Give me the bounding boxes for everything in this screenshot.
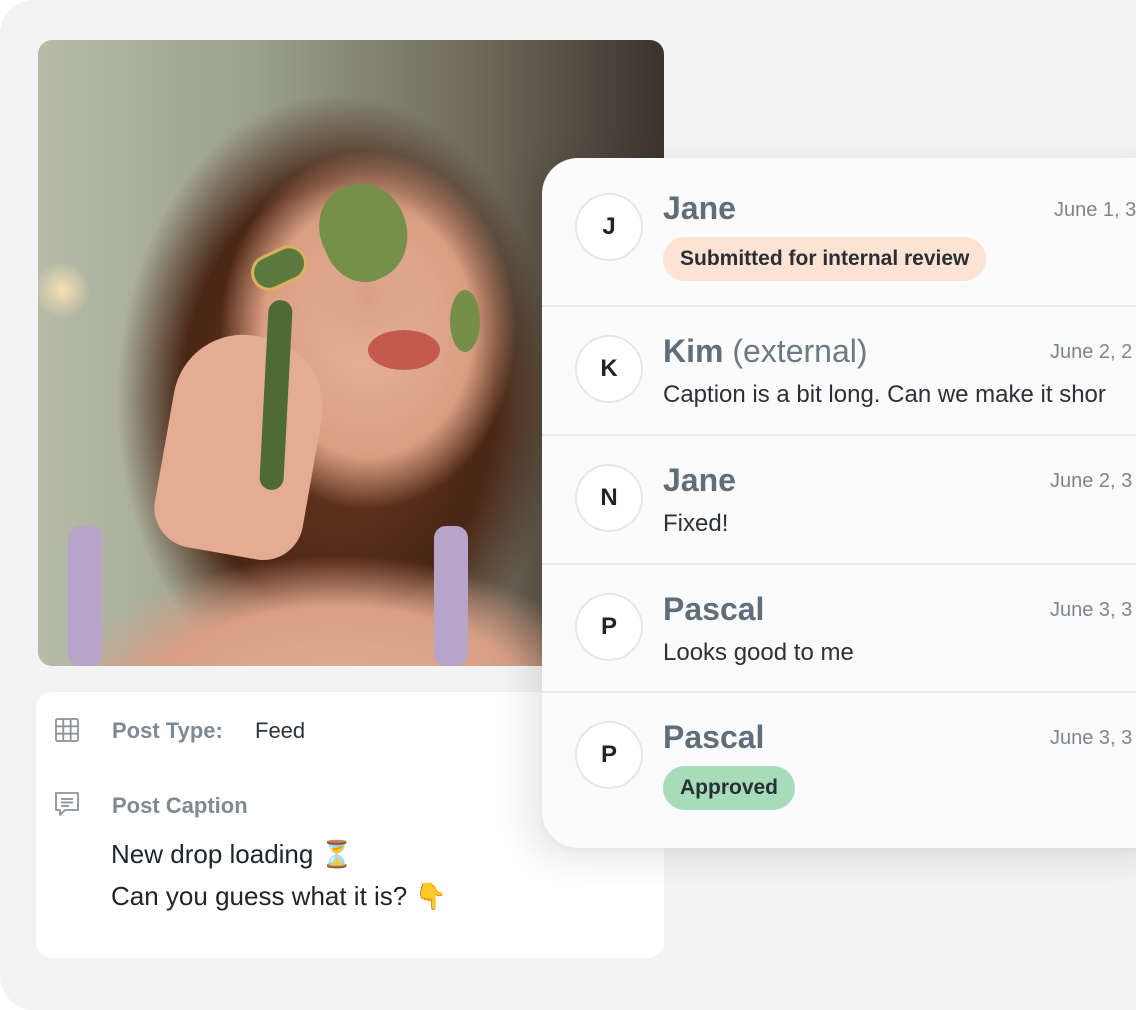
comment-date: June 3, 3: [1050, 727, 1133, 749]
avatar: P: [575, 721, 643, 789]
photo-eye-patch-left: [304, 169, 424, 295]
avatar: J: [575, 193, 643, 261]
comment-item: P Pascal June 3, 3 Approved: [542, 691, 1136, 820]
comment-author: Jane: [663, 462, 736, 498]
photo-strap-right: [434, 526, 468, 666]
avatar: P: [575, 593, 643, 661]
comment-author: Kim (external): [663, 333, 868, 370]
post-caption-line: Can you guess what it is? 👇: [111, 881, 447, 911]
comment-date: June 2, 3: [1050, 470, 1133, 492]
comment-message: Looks good to me: [663, 639, 854, 666]
comment-item: N Jane June 2, 3 Fixed!: [542, 434, 1136, 563]
status-badge: Submitted for internal review: [663, 237, 987, 281]
comment-date: June 1, 3: [1054, 199, 1136, 221]
post-caption-label: Post Caption: [112, 793, 248, 818]
status-badge: Approved: [663, 766, 796, 810]
photo-strap-left: [68, 526, 102, 666]
comment-item: P Pascal June 3, 3 Looks good to me: [542, 563, 1136, 692]
grid-icon: [55, 718, 79, 742]
comment-author: Jane: [663, 190, 736, 226]
comment-message: Fixed!: [663, 510, 729, 537]
comment-item: J Jane June 1, 3 Submitted for internal …: [542, 158, 1136, 287]
chat-lines-icon: [55, 792, 79, 816]
comment-author-tag: (external): [732, 333, 868, 369]
photo-eye-patch-right: [450, 290, 480, 352]
comment-message: Caption is a bit long. Can we make it sh…: [663, 381, 1106, 408]
comment-item: K Kim (external) June 2, 2 Caption is a …: [542, 305, 1136, 434]
comment-date: June 2, 2: [1050, 341, 1133, 363]
comment-date: June 3, 3: [1050, 599, 1133, 621]
comment-author-name: Kim: [663, 333, 724, 369]
post-type-label: Post Type:: [112, 718, 223, 743]
post-type-value: Feed: [255, 718, 306, 743]
post-caption-line: New drop loading ⏳: [111, 839, 353, 869]
avatar: N: [575, 464, 643, 532]
avatar: K: [575, 335, 643, 403]
comments-panel: J Jane June 1, 3 Submitted for internal …: [542, 158, 1136, 848]
canvas: Post Type: Feed Post Caption New drop lo…: [0, 0, 1136, 1010]
comment-author: Pascal: [663, 591, 765, 627]
photo-lips: [368, 330, 440, 370]
comment-author: Pascal: [663, 719, 765, 755]
photo-jade-roller: [245, 239, 313, 297]
